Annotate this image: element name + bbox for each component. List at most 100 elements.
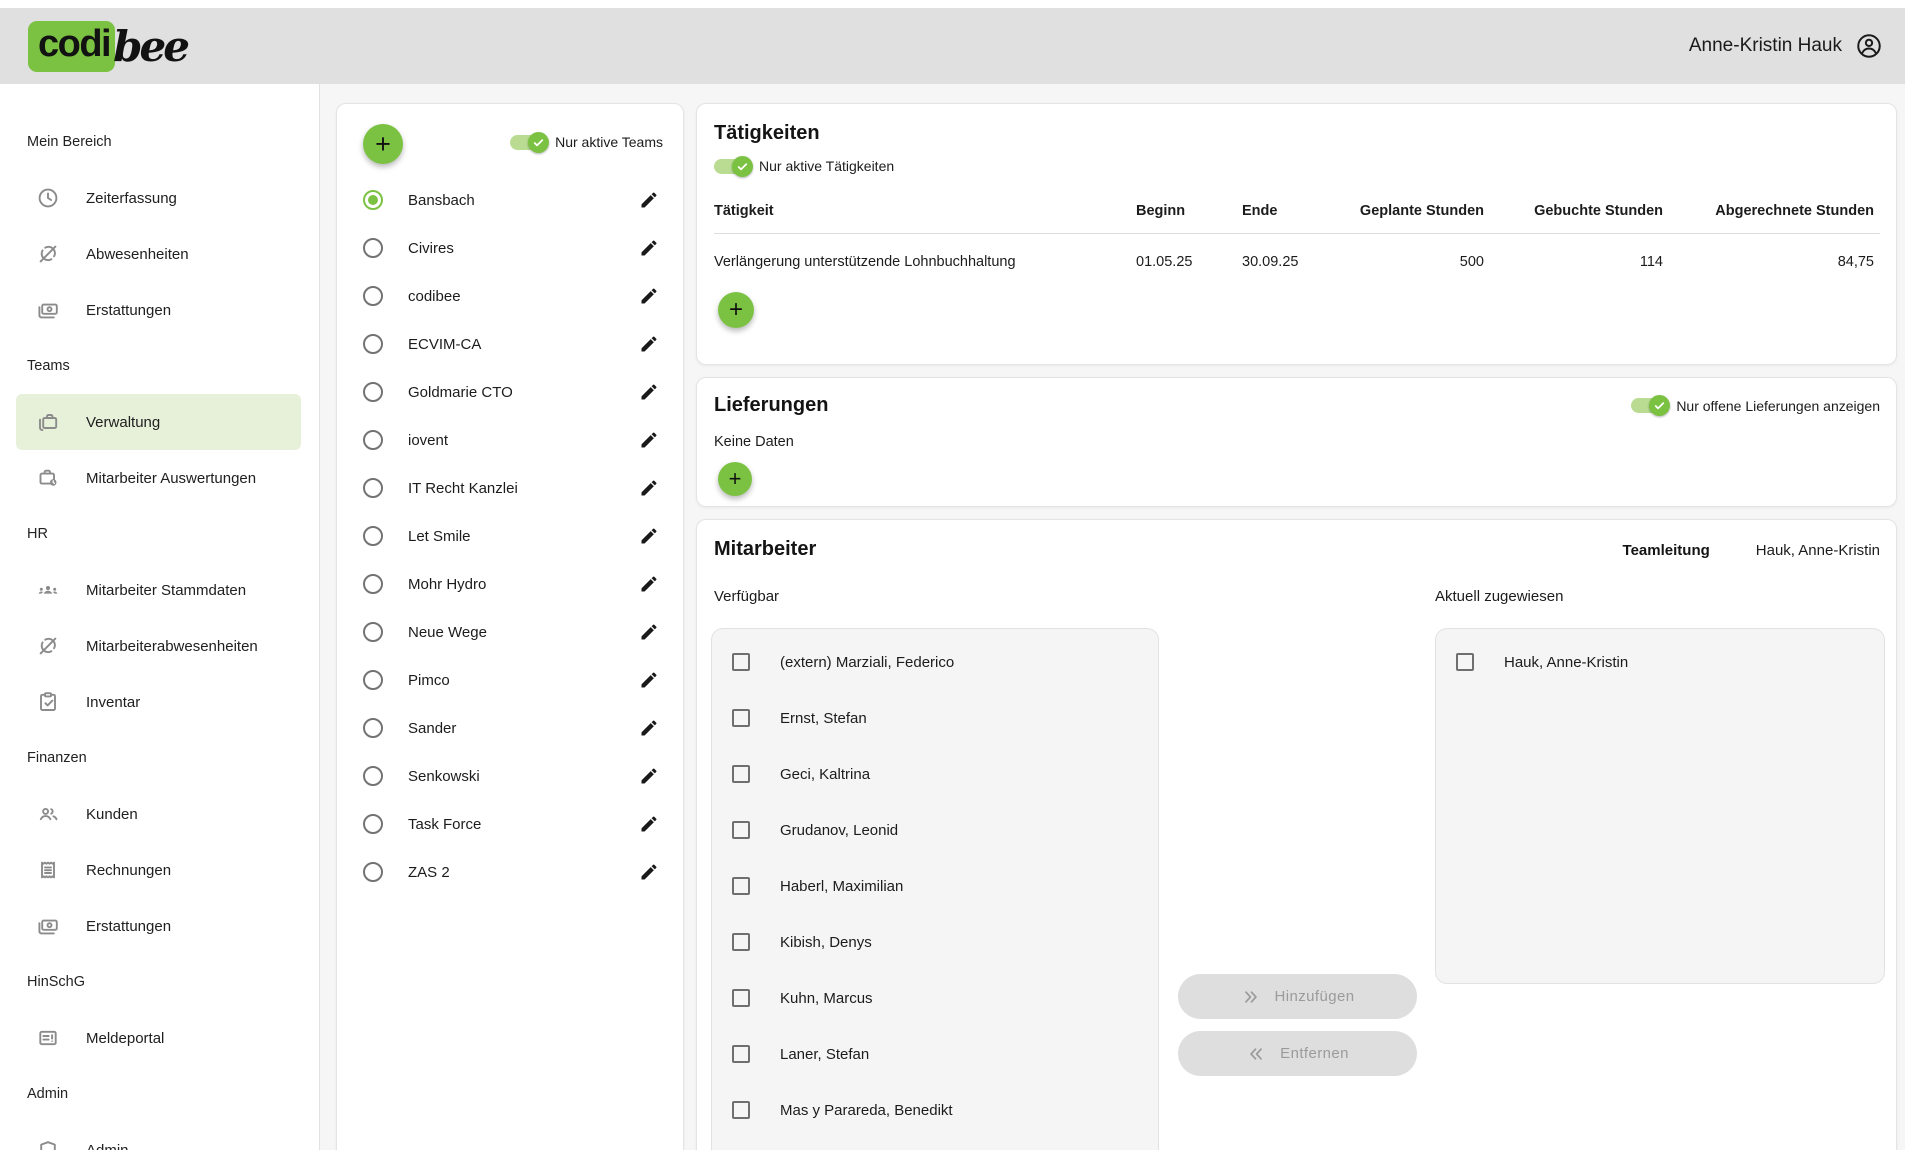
edit-team-icon[interactable]	[639, 574, 659, 594]
no-data-text: Keine Daten	[714, 434, 1880, 450]
member-checkbox[interactable]	[732, 933, 750, 951]
team-name: codibee	[408, 288, 639, 305]
member-row[interactable]: Ernst, Stefan	[712, 690, 1158, 746]
team-row[interactable]: Neue Wege	[337, 608, 683, 656]
team-radio[interactable]	[363, 766, 383, 786]
team-radio[interactable]	[363, 238, 383, 258]
edit-team-icon[interactable]	[639, 766, 659, 786]
add-taetigkeit-button[interactable]: +	[718, 292, 754, 328]
user-menu[interactable]: Anne-Kristin Hauk	[1689, 32, 1883, 60]
account-circle-icon[interactable]	[1855, 32, 1883, 60]
sidebar-item-label: Mitarbeiterabwesenheiten	[86, 638, 258, 655]
edit-team-icon[interactable]	[639, 814, 659, 834]
member-checkbox[interactable]	[732, 1101, 750, 1119]
sidebar-item-abwesenheiten[interactable]: Abwesenheiten	[0, 226, 319, 282]
team-radio[interactable]	[363, 718, 383, 738]
sidebar-item-erstattungen[interactable]: Erstattungen	[0, 282, 319, 338]
member-row[interactable]: Geci, Kaltrina	[712, 746, 1158, 802]
team-name: iovent	[408, 432, 639, 449]
member-checkbox[interactable]	[732, 653, 750, 671]
member-checkbox[interactable]	[732, 765, 750, 783]
edit-team-icon[interactable]	[639, 478, 659, 498]
taetigkeit-row[interactable]: Verlängerung unterstützende Lohnbuchhalt…	[714, 234, 1880, 290]
clock-icon	[36, 186, 60, 210]
sidebar-item-mitarbeiterabwesenheiten[interactable]: Mitarbeiterabwesenheiten	[0, 618, 319, 674]
member-row[interactable]: Kuhn, Marcus	[712, 970, 1158, 1026]
team-radio[interactable]	[363, 862, 383, 882]
member-row[interactable]: (extern) Marziali, Federico	[712, 634, 1158, 690]
user-name: Anne-Kristin Hauk	[1689, 35, 1842, 57]
team-radio[interactable]	[363, 622, 383, 642]
team-row[interactable]: ECVIM-CA	[337, 320, 683, 368]
edit-team-icon[interactable]	[639, 286, 659, 306]
column-header: Tätigkeit	[714, 203, 1136, 219]
edit-team-icon[interactable]	[639, 238, 659, 258]
team-row[interactable]: iovent	[337, 416, 683, 464]
member-row[interactable]: Haberl, Maximilian	[712, 858, 1158, 914]
edit-team-icon[interactable]	[639, 430, 659, 450]
team-radio[interactable]	[363, 670, 383, 690]
active-taetigkeiten-toggle[interactable]	[714, 159, 749, 174]
sidebar-item-kunden[interactable]: Kunden	[0, 786, 319, 842]
sidebar-item-verwaltung[interactable]: Verwaltung	[16, 394, 301, 450]
team-row[interactable]: Pimco	[337, 656, 683, 704]
active-teams-toggle[interactable]	[510, 135, 545, 150]
open-lieferungen-toggle[interactable]	[1631, 398, 1666, 413]
team-radio[interactable]	[363, 334, 383, 354]
sidebar-item-zeiterfassung[interactable]: Zeiterfassung	[0, 170, 319, 226]
member-checkbox[interactable]	[732, 989, 750, 1007]
member-checkbox[interactable]	[1456, 653, 1474, 671]
edit-team-icon[interactable]	[639, 622, 659, 642]
team-row[interactable]: Sander	[337, 704, 683, 752]
member-row[interactable]: Mas y Parareda, Benedikt	[712, 1082, 1158, 1138]
sidebar-item-rechnungen[interactable]: Rechnungen	[0, 842, 319, 898]
add-lieferung-button[interactable]: +	[718, 462, 752, 496]
sidebar-item-label: Mitarbeiter Stammdaten	[86, 582, 246, 599]
edit-team-icon[interactable]	[639, 718, 659, 738]
member-checkbox[interactable]	[732, 877, 750, 895]
team-radio[interactable]	[363, 478, 383, 498]
member-checkbox[interactable]	[732, 1045, 750, 1063]
team-name: Goldmarie CTO	[408, 384, 639, 401]
add-team-button[interactable]: +	[363, 124, 403, 164]
team-row[interactable]: Senkowski	[337, 752, 683, 800]
sidebar-item-erstattungen[interactable]: Erstattungen	[0, 898, 319, 954]
member-name: Grudanov, Leonid	[780, 822, 898, 839]
team-radio[interactable]	[363, 286, 383, 306]
team-radio[interactable]	[363, 526, 383, 546]
member-row[interactable]: Laner, Stefan	[712, 1026, 1158, 1082]
sidebar-item-mitarbeiter-stammdaten[interactable]: Mitarbeiter Stammdaten	[0, 562, 319, 618]
sidebar-item-mitarbeiter-auswertungen[interactable]: Mitarbeiter Auswertungen	[0, 450, 319, 506]
team-row[interactable]: Task Force	[337, 800, 683, 848]
edit-team-icon[interactable]	[639, 670, 659, 690]
sidebar-item-inventar[interactable]: Inventar	[0, 674, 319, 730]
team-row[interactable]: Civires	[337, 224, 683, 272]
team-row[interactable]: Goldmarie CTO	[337, 368, 683, 416]
team-row[interactable]: ZAS 2	[337, 848, 683, 896]
team-row[interactable]: codibee	[337, 272, 683, 320]
edit-team-icon[interactable]	[639, 334, 659, 354]
sidebar-item-admin[interactable]: Admin	[0, 1122, 319, 1150]
team-row[interactable]: Bansbach	[337, 176, 683, 224]
edit-team-icon[interactable]	[639, 382, 659, 402]
member-row[interactable]: Kibish, Denys	[712, 914, 1158, 970]
codibee-logo[interactable]: codi bee	[28, 21, 187, 72]
edit-team-icon[interactable]	[639, 190, 659, 210]
team-radio[interactable]	[363, 430, 383, 450]
team-row[interactable]: Mohr Hydro	[337, 560, 683, 608]
team-radio[interactable]	[363, 190, 383, 210]
edit-team-icon[interactable]	[639, 526, 659, 546]
team-row[interactable]: Let Smile	[337, 512, 683, 560]
add-members-button[interactable]: Hinzufügen	[1178, 974, 1417, 1019]
remove-members-button[interactable]: Entfernen	[1178, 1031, 1417, 1076]
team-row[interactable]: IT Recht Kanzlei	[337, 464, 683, 512]
member-checkbox[interactable]	[732, 821, 750, 839]
team-radio[interactable]	[363, 814, 383, 834]
team-radio[interactable]	[363, 382, 383, 402]
member-row[interactable]: Grudanov, Leonid	[712, 802, 1158, 858]
member-row[interactable]: Hauk, Anne-Kristin	[1436, 634, 1884, 690]
team-radio[interactable]	[363, 574, 383, 594]
sidebar-item-meldeportal[interactable]: Meldeportal	[0, 1010, 319, 1066]
edit-team-icon[interactable]	[639, 862, 659, 882]
member-checkbox[interactable]	[732, 709, 750, 727]
